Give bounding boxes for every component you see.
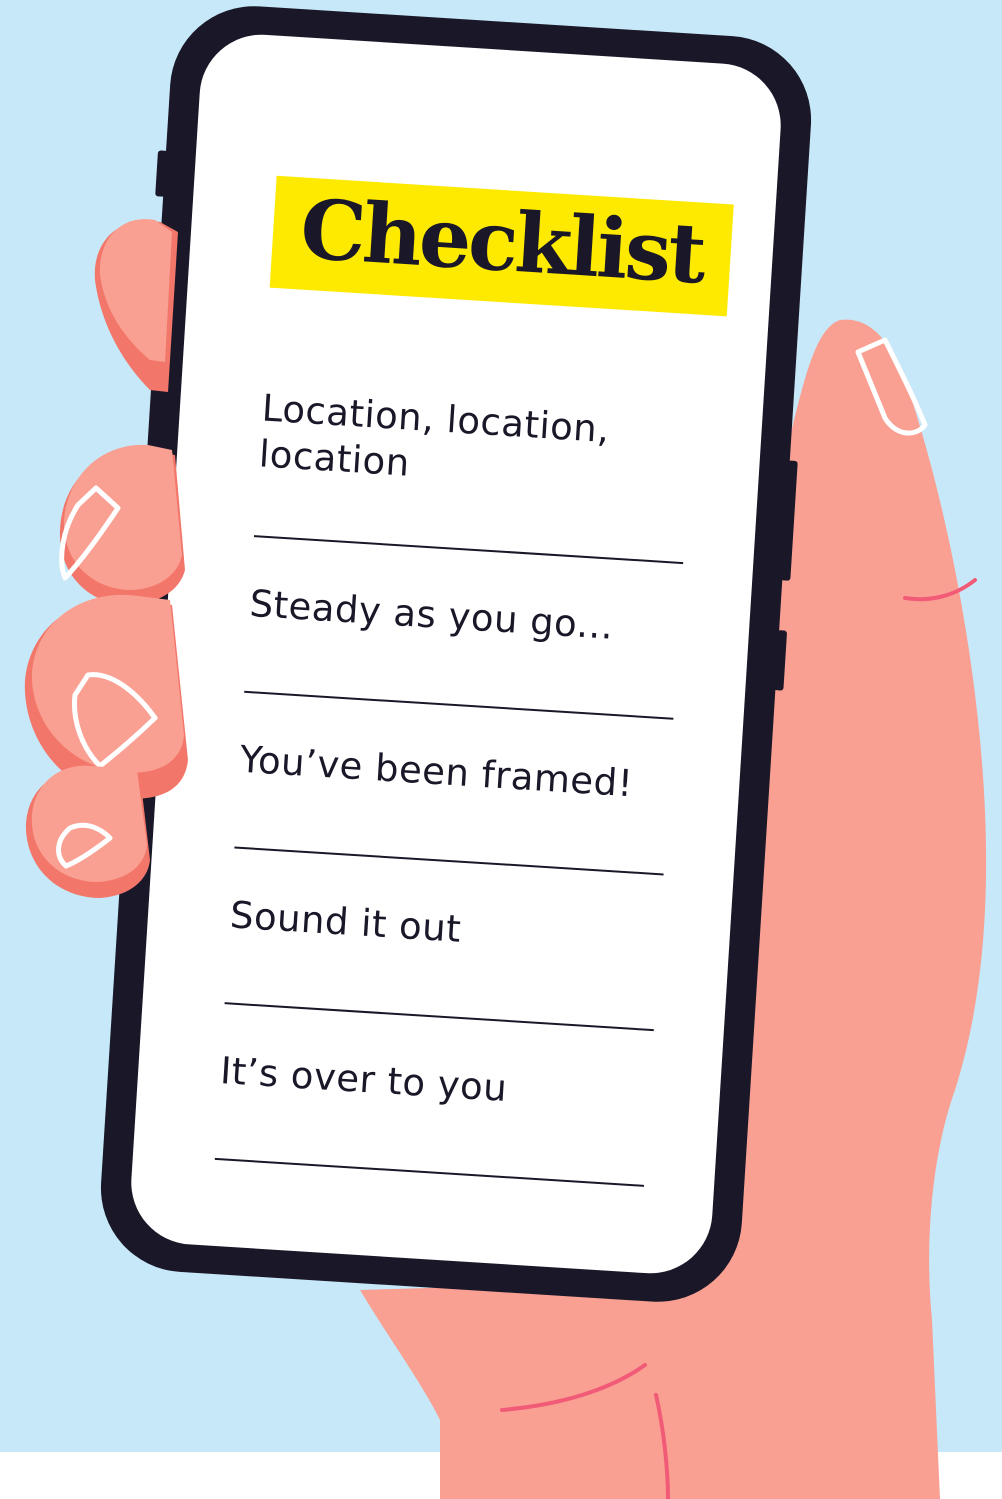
hand-fingers-illustration	[24, 219, 188, 898]
finger-1-top	[99, 219, 172, 362]
finger-2-top	[63, 444, 183, 590]
